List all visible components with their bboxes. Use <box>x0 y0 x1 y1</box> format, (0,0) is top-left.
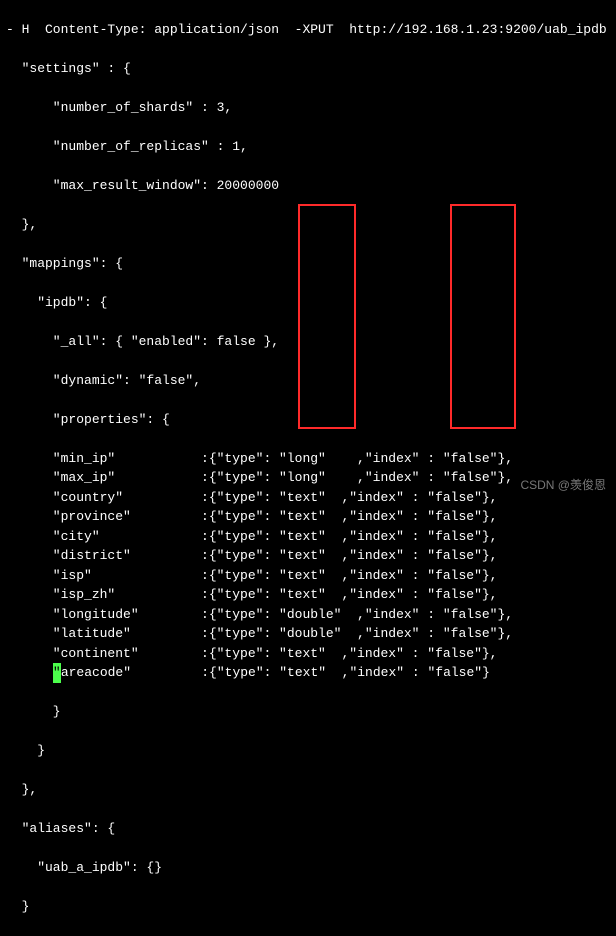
dynamic-line: "dynamic": "false", <box>6 371 610 391</box>
header-line: - H Content-Type: application/json -XPUT… <box>6 20 610 40</box>
cursor-icon: " <box>53 663 61 683</box>
aliases-entry: "uab_a_ipdb": {} <box>6 858 610 878</box>
aliases-open: "aliases": { <box>6 819 610 839</box>
ipdb-open: "ipdb": { <box>6 293 610 313</box>
settings-open: "settings" : { <box>6 59 610 79</box>
property-latitude: "latitude" :{"type": "double" ,"index" :… <box>6 624 610 644</box>
property-district: "district" :{"type": "text" ,"index" : "… <box>6 546 610 566</box>
ipdb-close: } <box>6 741 610 761</box>
settings-close: }, <box>6 215 610 235</box>
property-max_ip: "max_ip" :{"type": "long" ,"index" : "fa… <box>6 468 610 488</box>
properties-close: } <box>6 702 610 722</box>
property-province: "province" :{"type": "text" ,"index" : "… <box>6 507 610 527</box>
property-continent: "continent" :{"type": "text" ,"index" : … <box>6 644 610 664</box>
settings-replicas: "number_of_replicas" : 1, <box>6 137 610 157</box>
property-isp_zh: "isp_zh" :{"type": "text" ,"index" : "fa… <box>6 585 610 605</box>
settings-max-result-window: "max_result_window": 20000000 <box>6 176 610 196</box>
terminal-output: - H Content-Type: application/json -XPUT… <box>0 0 616 936</box>
property-min_ip: "min_ip" :{"type": "long" ,"index" : "fa… <box>6 449 610 469</box>
property-areacode: "areacode" :{"type": "text" ,"index" : "… <box>6 663 610 683</box>
property-isp: "isp" :{"type": "text" ,"index" : "false… <box>6 566 610 586</box>
aliases-close: } <box>6 897 610 917</box>
mappings-close: }, <box>6 780 610 800</box>
watermark: CSDN @羡俊恩 <box>520 476 606 494</box>
settings-shards: "number_of_shards" : 3, <box>6 98 610 118</box>
properties-list: "min_ip" :{"type": "long" ,"index" : "fa… <box>6 449 610 683</box>
properties-open: "properties": { <box>6 410 610 430</box>
property-country: "country" :{"type": "text" ,"index" : "f… <box>6 488 610 508</box>
mappings-open: "mappings": { <box>6 254 610 274</box>
property-city: "city" :{"type": "text" ,"index" : "fals… <box>6 527 610 547</box>
property-longitude: "longitude" :{"type": "double" ,"index" … <box>6 605 610 625</box>
all-line: "_all": { "enabled": false }, <box>6 332 610 352</box>
